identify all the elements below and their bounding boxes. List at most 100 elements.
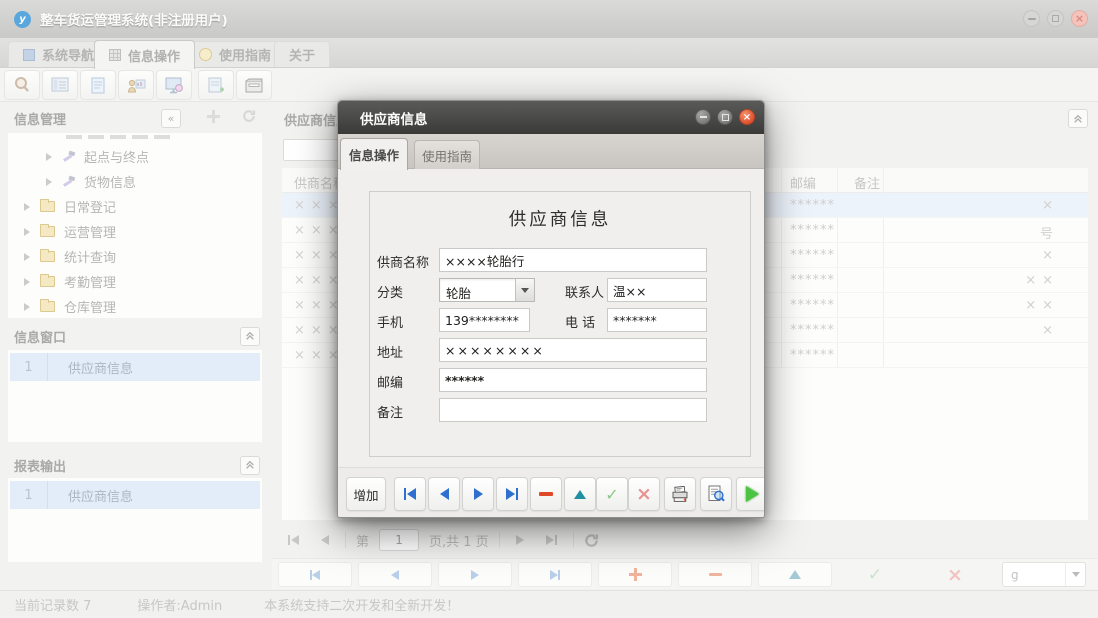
dialog-title-bar[interactable]: 供应商信息 ×: [338, 101, 764, 134]
chevron-double-up-icon: [245, 331, 255, 341]
dialog-title: 供应商信息: [360, 108, 428, 128]
name-label: 供商名称: [377, 252, 429, 271]
expand-arrow-icon[interactable]: [24, 203, 30, 211]
document-toolbutton[interactable]: [80, 70, 116, 100]
tree-item-origin-destination[interactable]: 起点与终点: [8, 144, 262, 169]
cell-zip: ******: [790, 198, 835, 213]
next-record-button[interactable]: [462, 477, 494, 511]
dialog-close-button[interactable]: ×: [739, 109, 755, 125]
list-item-supplier-info[interactable]: 1 供应商信息: [10, 353, 260, 381]
first-record-button[interactable]: [394, 477, 426, 511]
record-confirm-button[interactable]: ✓: [838, 562, 912, 587]
expand-arrow-icon[interactable]: [24, 253, 30, 261]
page-prefix-label: 第: [356, 531, 369, 550]
next-page-button[interactable]: [510, 535, 530, 545]
address-field[interactable]: [439, 338, 707, 362]
refresh-button[interactable]: [584, 533, 599, 548]
maximize-button[interactable]: [1047, 10, 1064, 27]
record-cancel-button[interactable]: ×: [918, 562, 992, 587]
refresh-icon[interactable]: [242, 109, 256, 127]
delete-record-button[interactable]: [530, 477, 562, 511]
sidebar-collapse-button[interactable]: «: [161, 109, 181, 128]
contact-field[interactable]: [607, 278, 707, 302]
remark-field[interactable]: [439, 398, 707, 422]
monitor-view-icon: [165, 77, 184, 94]
confirm-button[interactable]: ✓: [596, 477, 628, 511]
print-preview-button[interactable]: [700, 477, 732, 511]
tree-item-daily-register[interactable]: 日常登记: [8, 194, 262, 219]
archive-toolbutton[interactable]: [236, 70, 272, 100]
last-page-button[interactable]: [540, 535, 563, 545]
cell-zip: ******: [790, 223, 835, 238]
dialog-tab-user-guide[interactable]: 使用指南: [414, 140, 480, 170]
cell-partial: 号: [1001, 223, 1059, 242]
first-page-button[interactable]: [282, 535, 305, 545]
record-first-button[interactable]: [278, 562, 352, 587]
tree-item-statistics-query[interactable]: 统计查询: [8, 244, 262, 269]
expand-arrow-icon[interactable]: [46, 153, 52, 161]
edit-record-button[interactable]: [564, 477, 596, 511]
cell-zip: ******: [790, 323, 835, 338]
last-record-button[interactable]: [496, 477, 528, 511]
dialog-tab-info-operations[interactable]: 信息操作: [340, 138, 408, 170]
record-edit-button[interactable]: [758, 562, 832, 587]
prev-record-button[interactable]: [428, 477, 460, 511]
tab-about[interactable]: 关于: [274, 41, 330, 67]
combo-arrow-button[interactable]: [515, 279, 534, 301]
tree-item-attendance-management[interactable]: 考勤管理: [8, 269, 262, 294]
list-item-supplier-report[interactable]: 1 供应商信息: [10, 481, 260, 509]
guide-icon: [199, 48, 212, 61]
zip-field[interactable]: [439, 368, 707, 392]
column-header-zip[interactable]: 邮编: [790, 173, 816, 192]
dropdown-arrow-button[interactable]: [1065, 563, 1085, 586]
form-new-icon: [208, 77, 224, 94]
tree-item-operations-management[interactable]: 运营管理: [8, 219, 262, 244]
record-next-button[interactable]: [438, 562, 512, 587]
form-new-toolbutton[interactable]: [198, 70, 234, 100]
option-dropdown[interactable]: g: [1002, 562, 1086, 587]
expand-arrow-icon[interactable]: [24, 303, 30, 311]
play-icon: [746, 486, 759, 502]
add-record-button[interactable]: 增加: [346, 477, 386, 511]
grid-icon: [109, 49, 121, 61]
print-button[interactable]: [664, 477, 696, 511]
expand-arrow-icon[interactable]: [24, 228, 30, 236]
personnel-toolbutton[interactable]: [118, 70, 154, 100]
tree-item-warehouse-management[interactable]: 仓库管理: [8, 294, 262, 318]
record-prev-button[interactable]: [358, 562, 432, 587]
app-window-icon: [23, 49, 35, 61]
run-button[interactable]: [736, 477, 764, 511]
record-delete-button[interactable]: [678, 562, 752, 587]
page-number-input[interactable]: [379, 529, 419, 551]
records-toolbutton[interactable]: [42, 70, 78, 100]
cancel-button[interactable]: ×: [628, 477, 660, 511]
close-button[interactable]: ×: [1071, 10, 1088, 27]
prev-page-button[interactable]: [315, 535, 335, 545]
expand-arrow-icon[interactable]: [46, 178, 52, 186]
chevron-double-up-icon: [245, 460, 255, 470]
mobile-field[interactable]: [439, 308, 530, 332]
phone-field[interactable]: [607, 308, 707, 332]
folder-icon: [40, 276, 55, 287]
content-collapse-button[interactable]: [1068, 109, 1088, 128]
add-icon[interactable]: [207, 110, 220, 127]
record-add-button[interactable]: [598, 562, 672, 587]
monitor-toolbutton[interactable]: [156, 70, 192, 100]
tab-info-operations[interactable]: 信息操作: [94, 40, 195, 69]
search-toolbutton[interactable]: [4, 70, 40, 100]
record-last-button[interactable]: [518, 562, 592, 587]
supplier-name-field[interactable]: [439, 248, 707, 272]
dialog-maximize-button[interactable]: [717, 109, 733, 125]
expand-arrow-icon[interactable]: [24, 278, 30, 286]
minimize-button[interactable]: [1023, 10, 1040, 27]
folder-icon: [40, 251, 55, 262]
category-select[interactable]: 轮胎: [439, 278, 535, 302]
tab-user-guide[interactable]: 使用指南: [184, 41, 286, 67]
info-window-collapse-button[interactable]: [240, 327, 260, 346]
dialog-minimize-button[interactable]: [695, 109, 711, 125]
tree-item-label: 仓库管理: [64, 297, 116, 316]
tree-item-cargo-info[interactable]: 货物信息: [8, 169, 262, 194]
report-output-collapse-button[interactable]: [240, 456, 260, 475]
column-header-remark[interactable]: 备注: [854, 173, 880, 192]
minimize-icon: [1028, 18, 1036, 20]
